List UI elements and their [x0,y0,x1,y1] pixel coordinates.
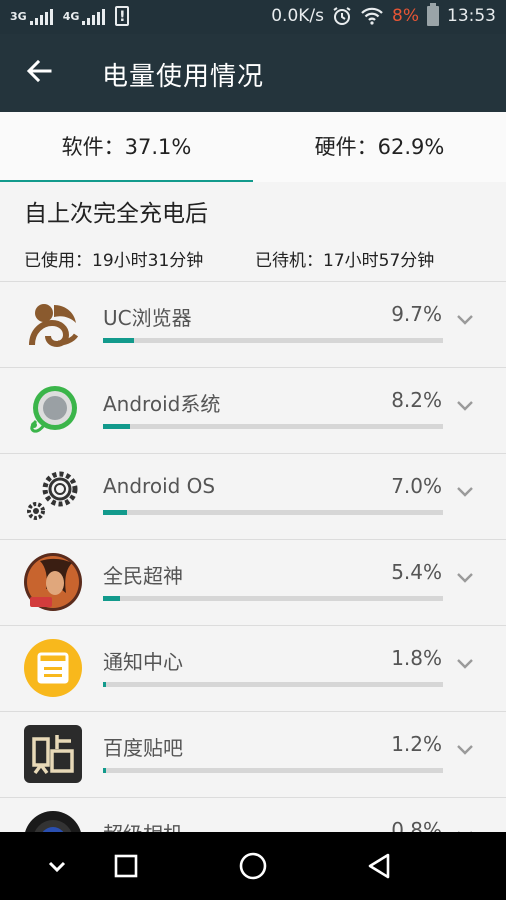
signal-4g-icon: 4G [63,7,106,25]
list-item[interactable]: Android OS 7.0% [0,454,506,540]
wifi-icon [361,7,383,25]
warning-icon: ! [115,6,130,26]
app-name: 全民超神 [103,564,183,588]
chevron-down-icon[interactable] [39,848,75,884]
usage-bar-fill [103,596,120,601]
chevron-down-icon[interactable] [456,744,474,756]
list-item[interactable]: 百度贴吧 1.2% [0,712,506,798]
usage-summary: 自上次完全充电后 已使用：19小时31分钟 已待机：17小时57分钟 [0,182,506,282]
list-item[interactable]: UC浏览器 9.7% [0,282,506,368]
net-speed: 0.0K/s [271,6,325,26]
app-percent: 7.0% [391,474,442,498]
clock: 13:53 [447,6,496,26]
used-duration: 已使用：19小时31分钟 [24,251,204,271]
app-percent: 1.8% [391,646,442,670]
app-percent: 5.4% [391,560,442,584]
signal-3g-icon: 3G [10,7,53,25]
app-name: 百度贴吧 [103,736,183,760]
app-name: UC浏览器 [103,306,192,330]
app-percent: 9.7% [391,302,442,326]
usage-bar [103,510,443,515]
game-avatar-icon [24,553,82,611]
app-bar: 电量使用情况 [0,34,506,112]
baidu-tieba-icon [24,725,82,783]
usage-bar [103,424,443,429]
tab-bar: 软件：37.1% 硬件：62.9% [0,112,506,183]
back-arrow-icon[interactable] [24,56,54,86]
navigation-bar [0,832,506,900]
summary-title: 自上次完全充电后 [24,201,208,227]
app-percent: 1.2% [391,732,442,756]
network-type-label: 3G [10,9,27,23]
chevron-down-icon[interactable] [456,400,474,412]
home-circle-icon[interactable] [235,848,271,884]
list-item[interactable]: Android系统 8.2% [0,368,506,454]
app-name: Android OS [103,474,216,498]
usage-bar [103,596,443,601]
usage-bar-fill [103,338,134,343]
app-usage-list: UC浏览器 9.7% Android系统 8.2% Android OS 7.0… [0,282,506,832]
list-item[interactable]: 全民超神 5.4% [0,540,506,626]
tab-hardware[interactable]: 硬件：62.9% [253,112,506,182]
camera-icon [25,811,81,832]
android-os-gear-icon [27,471,78,520]
network-type-label: 4G [62,9,80,23]
usage-bar [103,768,443,773]
usage-bar [103,682,443,687]
app-name: 通知中心 [103,650,183,674]
usage-bar-fill [103,424,131,429]
chevron-down-icon[interactable] [456,572,474,584]
battery-icon [427,3,439,26]
battery-percent: 8% [392,6,419,26]
usage-bar-fill [103,510,127,515]
chevron-down-icon[interactable] [456,314,474,326]
back-triangle-icon[interactable] [362,848,398,884]
standby-duration: 已待机：17小时57分钟 [255,251,435,271]
chevron-down-icon[interactable] [456,658,474,670]
chevron-down-icon[interactable] [456,486,474,498]
usage-bar-fill [103,768,107,773]
usage-bar-fill [103,682,107,687]
android-system-icon [30,386,77,433]
recents-square-icon[interactable] [108,848,144,884]
app-percent: 0.8% [391,818,442,832]
app-name: 超级相机 [103,818,183,832]
app-percent: 8.2% [391,388,442,412]
page-title: 电量使用情况 [102,62,265,92]
usage-bar [103,338,443,343]
uc-browser-icon [29,304,79,348]
list-item[interactable]: 超级相机 0.8% [0,798,506,832]
app-name: Android系统 [103,392,221,416]
tab-software[interactable]: 软件：37.1% [0,112,253,182]
alarm-icon [333,7,351,25]
status-bar: 3G 4G ! 0.0K/s 8% 13:53 [0,0,506,34]
list-item[interactable]: 通知中心 1.8% [0,626,506,712]
notification-center-icon [24,639,82,697]
